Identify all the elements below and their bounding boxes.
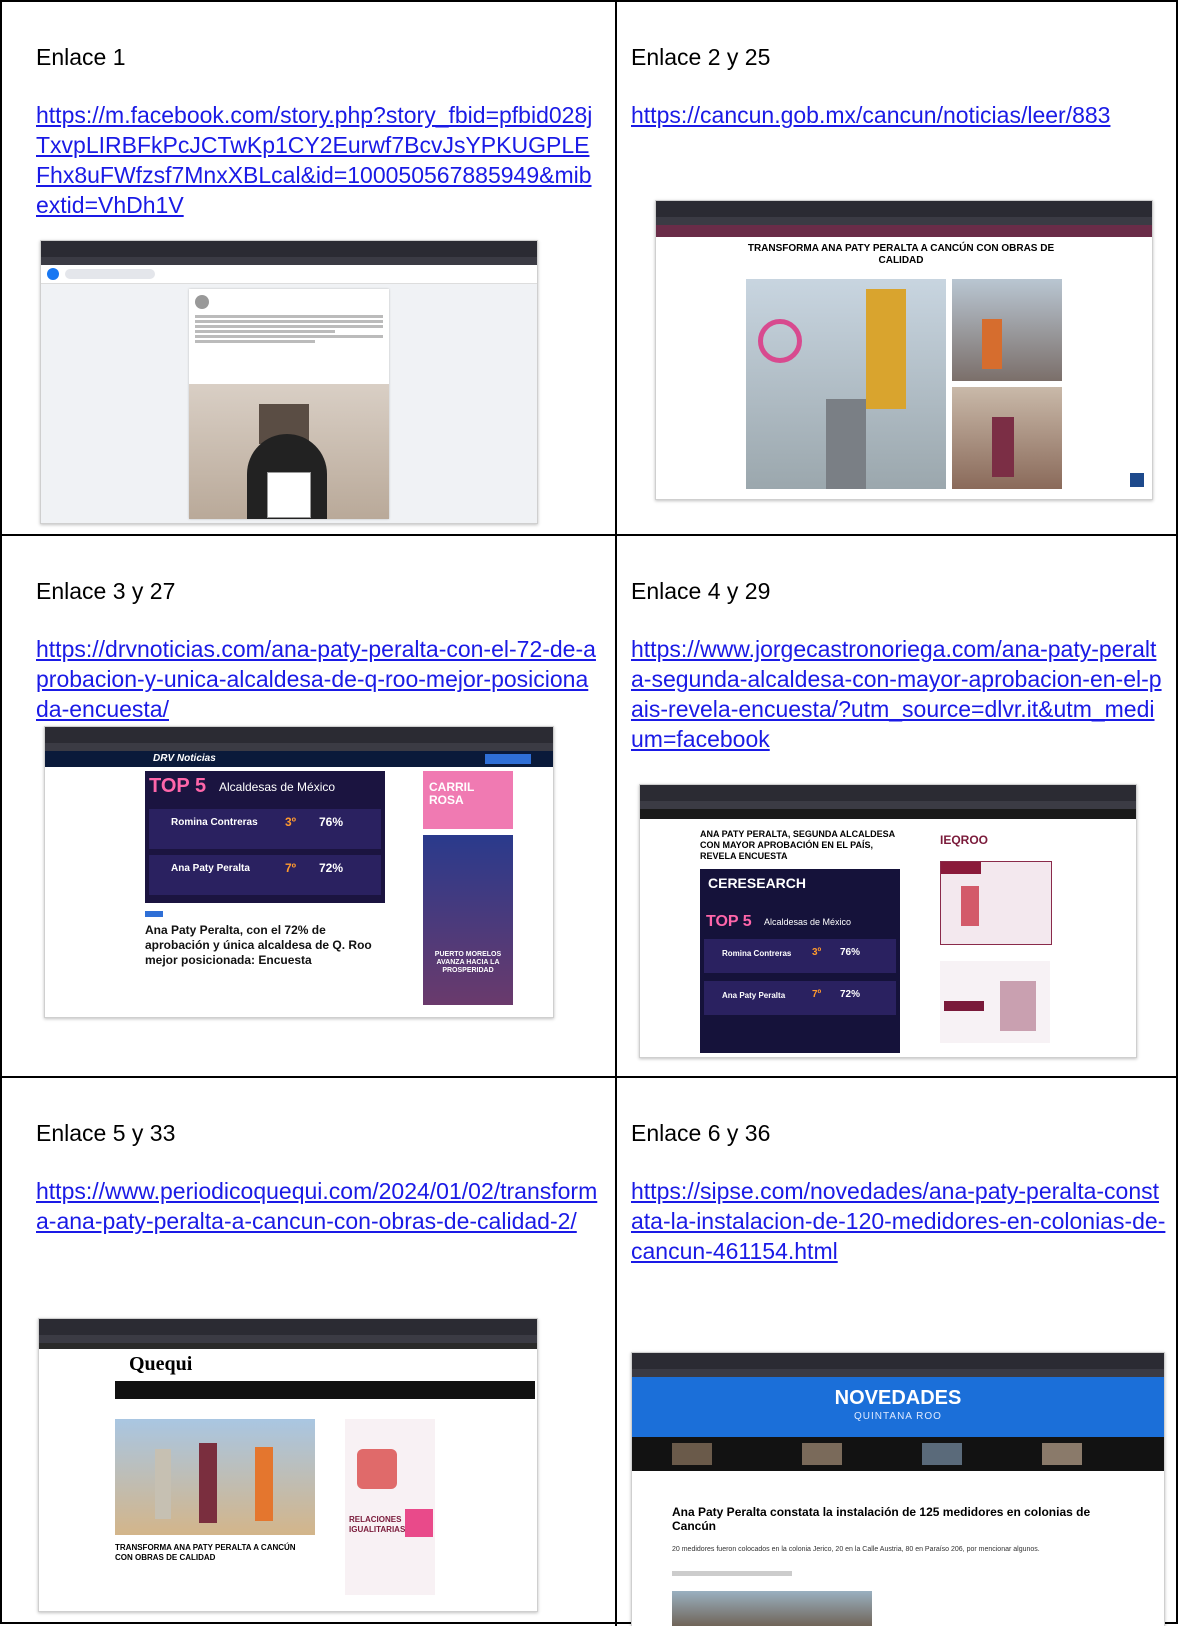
- shot-photo-2: [952, 279, 1062, 381]
- shot-ranking-panel: TOP 5 Alcaldesas de México Romina Contre…: [145, 771, 385, 903]
- shot-headline: TRANSFORMA ANA PATY PERALTA A CANCÚN CON…: [115, 1543, 296, 1562]
- cell-label: Enlace 4 y 29: [631, 578, 771, 604]
- screenshot-facebook: [40, 240, 538, 524]
- shot-side-ad-1: CARRIL ROSA: [423, 771, 513, 829]
- cell-label: Enlace 5 y 33: [36, 1120, 176, 1146]
- shot-top: TOP 5: [706, 913, 752, 930]
- shot-side-ad: RELACIONES IGUALITARIAS: [345, 1419, 435, 1595]
- shot-photo: [115, 1419, 315, 1535]
- shot-brand: DRV Noticias: [153, 753, 216, 764]
- shot-brand: NOVEDADES: [834, 1387, 962, 1409]
- shot-row1-name: Romina Contreras: [171, 817, 258, 828]
- cell-label: Enlace 2 y 25: [631, 44, 771, 70]
- post-photo: [189, 384, 389, 519]
- shot-row1-pct: 76%: [319, 815, 344, 829]
- document-table: Enlace 1 https://m.facebook.com/story.ph…: [0, 0, 1178, 1626]
- shot-photo: [672, 1591, 872, 1626]
- link-url[interactable]: https://www.periodicoquequi.com/2024/01/…: [36, 1176, 601, 1236]
- link-url[interactable]: https://drvnoticias.com/ana-paty-peralta…: [36, 634, 601, 724]
- shot-headline: ANA PATY PERALTA, SEGUNDA ALCALDESA CON …: [700, 829, 895, 861]
- shot-photo-main: [746, 279, 946, 489]
- shot-top-sub: Alcaldesas de México: [219, 780, 336, 794]
- shot-row2-pct: 72%: [319, 861, 344, 875]
- shot-row2-name: Ana Paty Peralta: [171, 863, 250, 874]
- shot-side-ad-2: PUERTO MORELOS AVANZA HACIA LA PROSPERID…: [423, 835, 513, 1005]
- facebook-logo-icon: [47, 268, 59, 280]
- cell-label: Enlace 3 y 27: [36, 578, 176, 604]
- cell-enlace-2-25: Enlace 2 y 25 https://cancun.gob.mx/canc…: [615, 2, 1178, 534]
- screenshot-drv-noticias: DRV Noticias TOP 5 Alcaldesas de México …: [44, 726, 554, 1018]
- shot-top: TOP 5: [149, 775, 207, 797]
- accessibility-icon: [1130, 473, 1144, 487]
- shot-masthead: NOVEDADES QUINTANA ROO: [632, 1377, 1164, 1437]
- cell-enlace-6-36: Enlace 6 y 36 https://sipse.com/novedade…: [615, 1076, 1178, 1626]
- shot-row2-pos: 7º: [285, 861, 297, 875]
- shot-photo-3: [952, 387, 1062, 489]
- shot-headline: Ana Paty Peralta constata la instalación…: [672, 1505, 1091, 1533]
- screenshot-cancun-gob: TRANSFORMA ANA PATY PERALTA A CANCÚN CON…: [655, 200, 1153, 500]
- shot-headline: TRANSFORMA ANA PATY PERALTA A CANCÚN CON…: [747, 243, 1055, 266]
- shot-side-logo: IEQROO: [940, 833, 989, 847]
- link-url[interactable]: https://cancun.gob.mx/cancun/noticias/le…: [631, 100, 1166, 130]
- cell-enlace-5-33: Enlace 5 y 33 https://www.periodicoquequ…: [2, 1076, 615, 1626]
- shot-top-sub: Alcaldesas de México: [764, 917, 852, 927]
- cell-enlace-1: Enlace 1 https://m.facebook.com/story.ph…: [2, 2, 615, 534]
- cell-enlace-4-29: Enlace 4 y 29 https://www.jorgecastronor…: [615, 534, 1178, 1076]
- link-url[interactable]: https://www.jorgecastronoriega.com/ana-p…: [631, 634, 1166, 754]
- link-url[interactable]: https://sipse.com/novedades/ana-paty-per…: [631, 1176, 1166, 1266]
- shot-ranking-panel: CERESEARCH TOP 5 Alcaldesas de México Ro…: [700, 869, 900, 1053]
- shot-brand: CERESEARCH: [708, 875, 807, 891]
- shot-headline: Ana Paty Peralta, con el 72% de aprobaci…: [145, 923, 372, 967]
- cell-label: Enlace 6 y 36: [631, 1120, 771, 1146]
- shot-brand-sub: QUINTANA ROO: [854, 1411, 942, 1422]
- cell-enlace-3-27: Enlace 3 y 27 https://drvnoticias.com/an…: [2, 534, 615, 1076]
- screenshot-novedades: NOVEDADES QUINTANA ROO Ana Paty Peralta …: [631, 1352, 1165, 1626]
- screenshot-jorge-castro: ANA PATY PERALTA, SEGUNDA ALCALDESA CON …: [639, 784, 1137, 1058]
- avatar: [195, 295, 209, 309]
- screenshot-quequi: Quequi TRANSFORMA ANA PATY PERALTA A CAN…: [38, 1318, 538, 1612]
- shot-side-ad: [940, 861, 1052, 945]
- shot-sub: 20 medidores fueron colocados en la colo…: [672, 1546, 1040, 1553]
- shot-row1-pos: 3º: [285, 815, 297, 829]
- link-url[interactable]: https://m.facebook.com/story.php?story_f…: [36, 100, 601, 220]
- shot-brand: Quequi: [129, 1353, 193, 1375]
- cell-label: Enlace 1: [36, 44, 126, 70]
